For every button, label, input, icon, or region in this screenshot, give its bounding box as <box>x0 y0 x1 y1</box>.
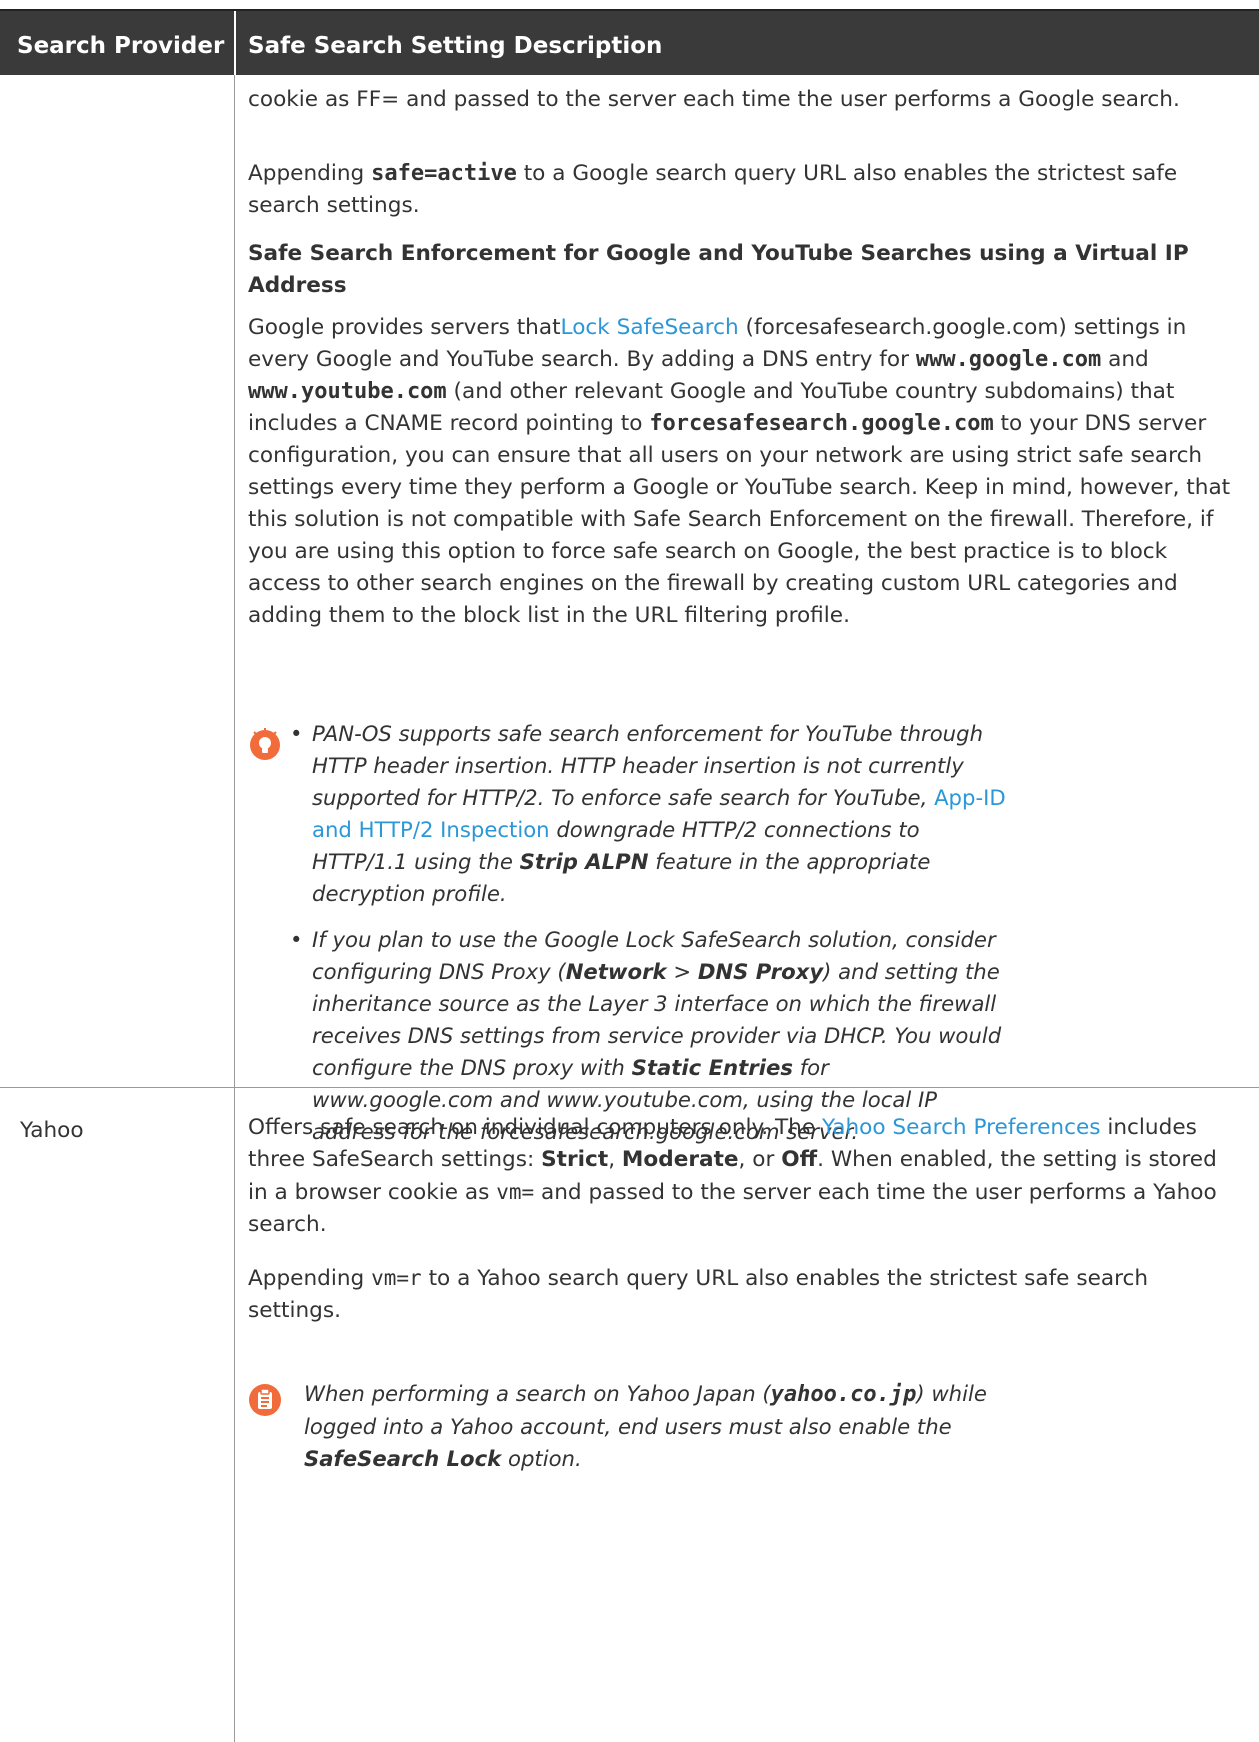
tip-http2: PAN-OS supports safe search enforcement … <box>290 718 1008 910</box>
header-description: Safe Search Setting Description <box>248 33 663 59</box>
safe-search-table: Search Provider Safe Search Setting Desc… <box>0 0 1259 1742</box>
google-vip-heading: Safe Search Enforcement for Google and Y… <box>248 241 1189 298</box>
text: Google provides servers that <box>248 315 561 340</box>
text: and <box>1101 347 1149 372</box>
strict-text: Strict <box>541 1147 609 1172</box>
text: , or <box>738 1147 782 1172</box>
yahoo-search-preferences-link[interactable]: Yahoo Search Preferences <box>822 1115 1100 1140</box>
google-append-paragraph: Appending safe=active to a Google search… <box>248 158 1243 222</box>
google-tips: PAN-OS supports safe search enforcement … <box>288 718 1008 1148</box>
static-entries-text: Static Entries <box>631 1055 793 1080</box>
header-divider <box>234 11 236 75</box>
provider-yahoo: Yahoo <box>20 1118 84 1143</box>
column-divider <box>234 1088 235 1742</box>
safesearch-lock-text: SafeSearch Lock <box>304 1446 502 1471</box>
code-yahoo-co-jp: yahoo.co.jp <box>770 1382 917 1407</box>
code-safe-active: safe=active <box>371 161 517 186</box>
dns-proxy-text: DNS Proxy <box>697 959 824 984</box>
yahoo-note: When performing a search on Yahoo Japan … <box>304 1378 1004 1475</box>
lightbulb-icon <box>250 728 280 760</box>
code-vm: vm= <box>496 1180 535 1204</box>
code-www-youtube: www.youtube.com <box>248 379 447 404</box>
text: > <box>666 959 698 984</box>
table-header: Search Provider Safe Search Setting Desc… <box>0 9 1259 75</box>
clipboard-icon <box>249 1384 281 1416</box>
network-text: Network <box>565 959 667 984</box>
text: Appending <box>248 161 372 186</box>
code-forcesafesearch: forcesafesearch.google.com <box>649 411 994 436</box>
google-cookie-paragraph: cookie as FF= and passed to the server e… <box>248 87 1180 112</box>
text: Appending <box>248 1266 372 1291</box>
text: When performing a search on Yahoo Japan … <box>304 1381 771 1406</box>
google-description: cookie as FF= and passed to the server e… <box>248 84 1243 116</box>
text: PAN-OS supports safe search enforcement … <box>312 721 983 810</box>
text: option. <box>501 1446 582 1471</box>
text: Offers safe search on individual compute… <box>248 1115 823 1140</box>
column-divider <box>234 75 235 1087</box>
yahoo-append-paragraph: Appending vm=r to a Yahoo search query U… <box>248 1262 1243 1327</box>
moderate-text: Moderate <box>621 1147 739 1172</box>
yahoo-description: Offers safe search on individual compute… <box>248 1112 1243 1241</box>
lock-safesearch-link[interactable]: Lock SafeSearch <box>561 315 739 340</box>
text: to your DNS server configuration, you ca… <box>248 411 1231 628</box>
header-search-provider: Search Provider <box>17 33 225 59</box>
strip-alpn-text: Strip ALPN <box>519 849 649 874</box>
google-vip-paragraph: Google provides servers thatLock SafeSea… <box>248 312 1243 632</box>
code-vm-r: vm=r <box>371 1266 422 1290</box>
text: , <box>608 1147 622 1172</box>
code-www-google: www.google.com <box>915 347 1102 372</box>
off-text: Off <box>781 1147 818 1172</box>
